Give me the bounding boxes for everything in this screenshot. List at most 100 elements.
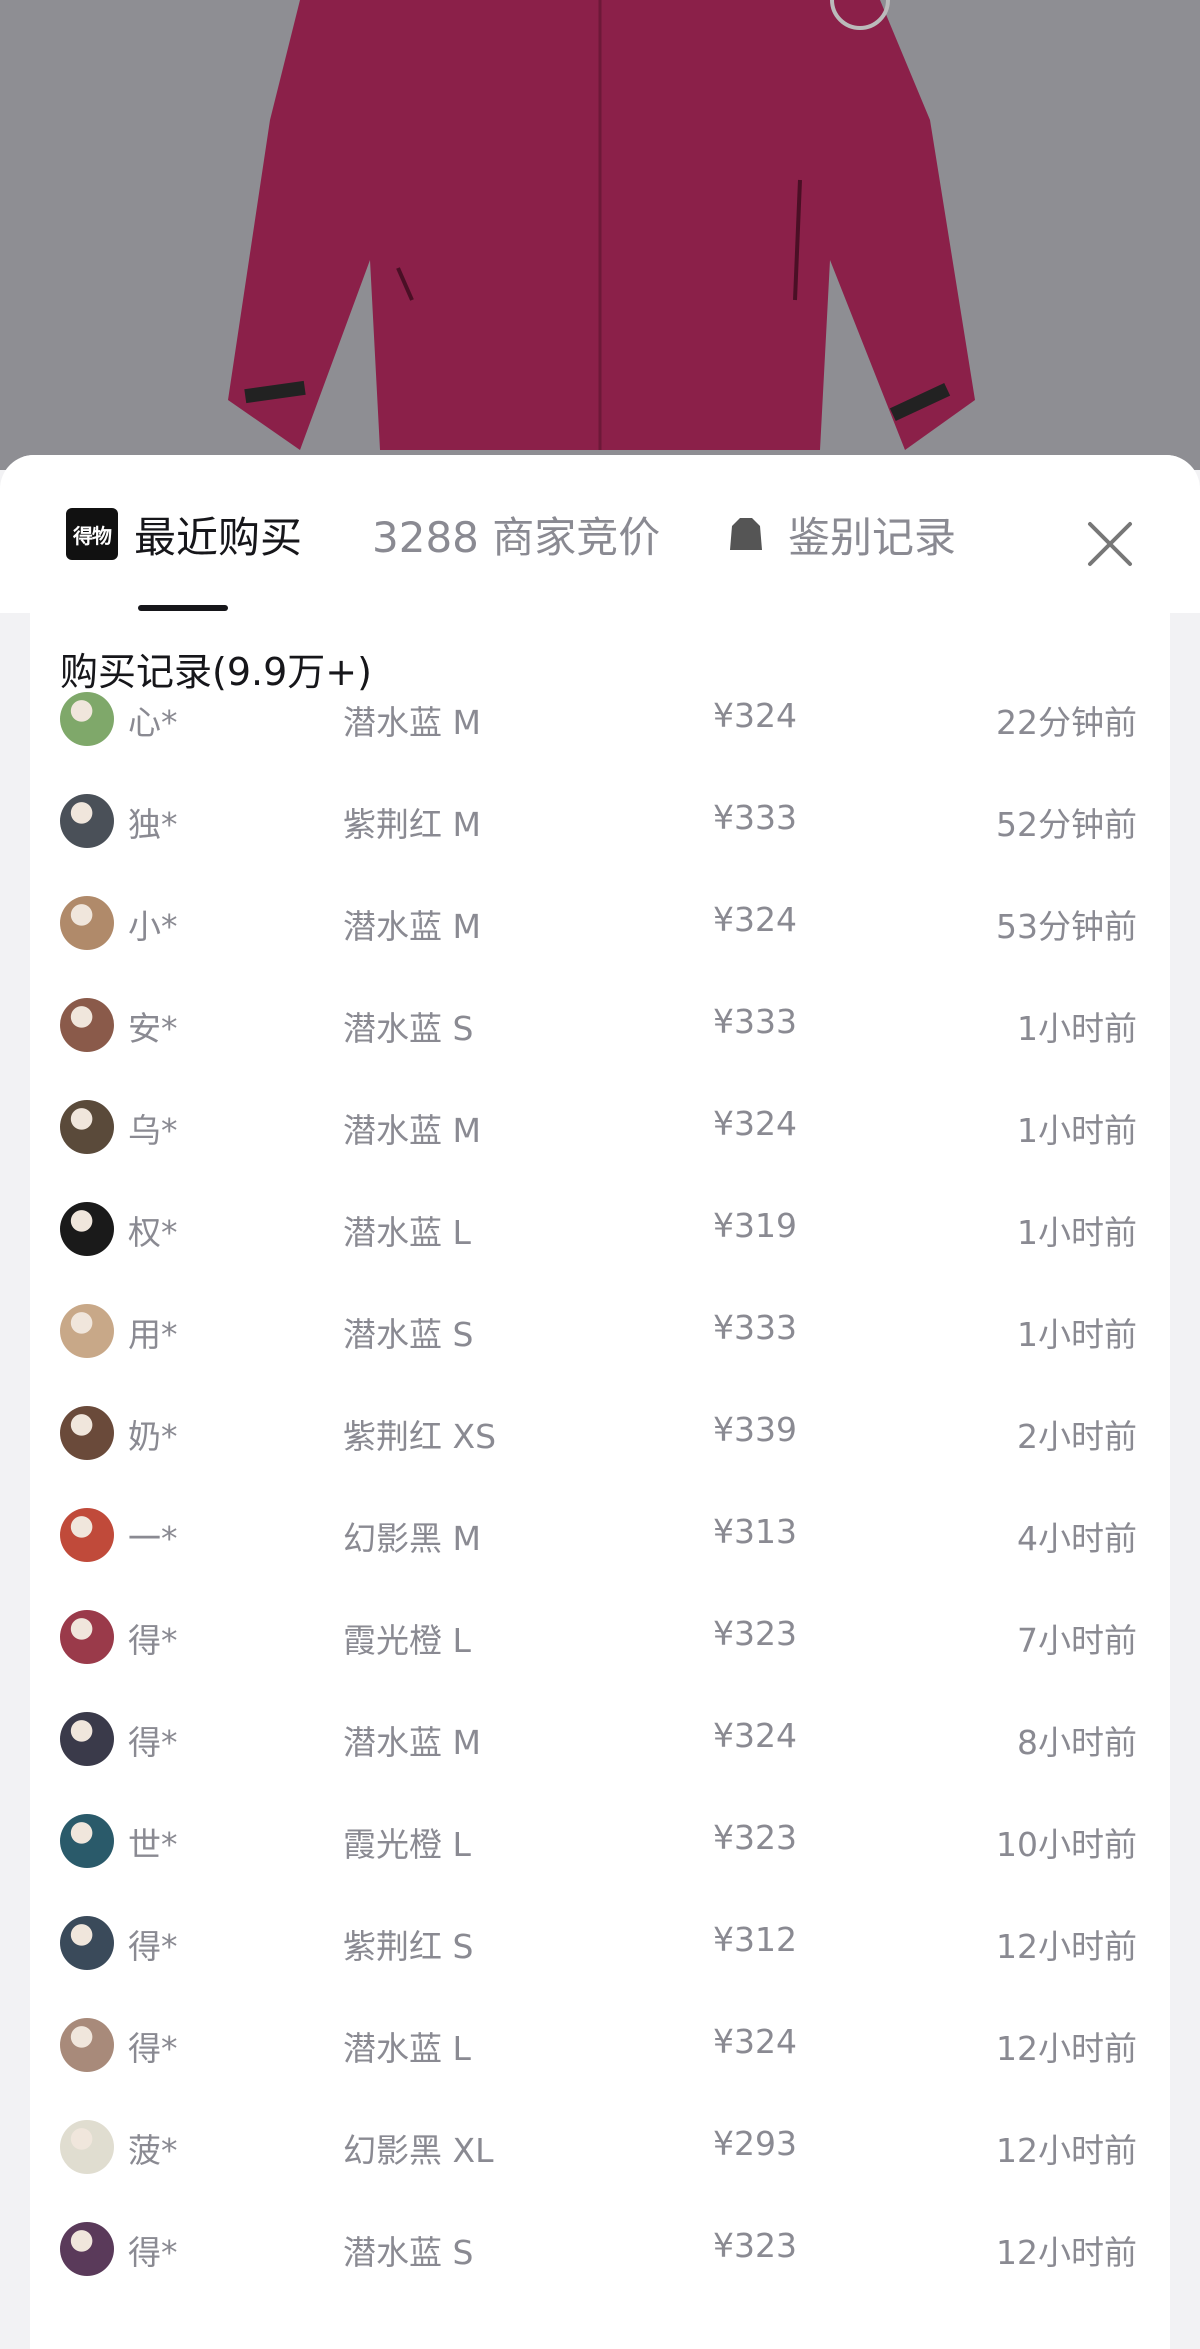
price: ¥323 bbox=[713, 1614, 797, 1653]
product-spec: 霞光橙 L bbox=[343, 1825, 471, 1864]
tab-merchant-bids[interactable]: 3288 商家竞价 bbox=[372, 455, 660, 613]
buyer-name: 用* bbox=[128, 1315, 178, 1354]
avatar bbox=[60, 2120, 114, 2174]
product-spec: 紫荆红 M bbox=[343, 805, 481, 844]
tab-recent-label: 最近购买 bbox=[134, 512, 303, 562]
price: ¥313 bbox=[713, 1512, 797, 1551]
purchase-list-card: 购买记录(9.9万+) 心* 潜水蓝 M ¥324 22分钟前 独* 紫荆红 M ¥333 5… bbox=[30, 613, 1170, 2349]
purchase-time: 52分钟前 bbox=[996, 805, 1137, 844]
purchase-time: 12小时前 bbox=[996, 2233, 1137, 2272]
price: ¥324 bbox=[713, 696, 797, 735]
buyer-name: 一* bbox=[128, 1519, 178, 1558]
avatar bbox=[60, 1202, 114, 1256]
price: ¥339 bbox=[713, 1410, 797, 1449]
product-spec: 潜水蓝 S bbox=[343, 1315, 474, 1354]
avatar bbox=[60, 896, 114, 950]
product-spec: 幻影黑 M bbox=[343, 1519, 481, 1558]
purchase-row: 奶* 紫荆红 XS ¥339 2小时前 bbox=[30, 1382, 1170, 1484]
purchase-time: 53分钟前 bbox=[996, 907, 1137, 946]
price: ¥333 bbox=[713, 798, 797, 837]
price: ¥293 bbox=[713, 2124, 797, 2163]
buyer-name: 得* bbox=[128, 1621, 178, 1660]
dewu-logo-icon: 得物 bbox=[66, 508, 118, 560]
tab-recent-purchases[interactable]: 得物 最近购买 bbox=[66, 455, 302, 613]
product-spec: 潜水蓝 M bbox=[343, 703, 481, 742]
buyer-name: 得* bbox=[128, 2233, 178, 2272]
avatar bbox=[60, 1610, 114, 1664]
product-image bbox=[0, 0, 1200, 470]
avatar bbox=[60, 998, 114, 1052]
price: ¥324 bbox=[713, 900, 797, 939]
product-spec: 紫荆红 S bbox=[343, 1927, 474, 1966]
price: ¥319 bbox=[713, 1206, 797, 1245]
product-spec: 潜水蓝 L bbox=[343, 1213, 471, 1252]
purchase-time: 12小时前 bbox=[996, 1927, 1137, 1966]
purchase-time: 12小时前 bbox=[996, 2029, 1137, 2068]
avatar bbox=[60, 794, 114, 848]
avatar bbox=[60, 1406, 114, 1460]
price: ¥324 bbox=[713, 1104, 797, 1143]
product-spec: 潜水蓝 S bbox=[343, 2233, 474, 2272]
tab-authentication-records[interactable]: 鉴别记录 bbox=[726, 455, 956, 613]
tab-bar: 得物 最近购买 3288 商家竞价 鉴别记录 bbox=[0, 455, 1200, 613]
product-spec: 幻影黑 XL bbox=[343, 2131, 494, 2170]
purchase-row: 安* 潜水蓝 S ¥333 1小时前 bbox=[30, 974, 1170, 1076]
buyer-name: 世* bbox=[128, 1825, 178, 1864]
avatar bbox=[60, 692, 114, 746]
purchase-row: 权* 潜水蓝 L ¥319 1小时前 bbox=[30, 1178, 1170, 1280]
avatar bbox=[60, 1508, 114, 1562]
avatar bbox=[60, 1304, 114, 1358]
avatar bbox=[60, 1712, 114, 1766]
purchase-time: 1小时前 bbox=[1017, 1213, 1137, 1252]
purchase-time: 4小时前 bbox=[1017, 1519, 1137, 1558]
purchase-records-sheet: 得物 最近购买 3288 商家竞价 鉴别记录 购买记录(9.9万+) 心* 潜水蓝… bbox=[0, 455, 1200, 2349]
product-spec: 潜水蓝 M bbox=[343, 907, 481, 946]
purchase-time: 12小时前 bbox=[996, 2131, 1137, 2170]
purchase-time: 22分钟前 bbox=[996, 703, 1137, 742]
avatar bbox=[60, 1916, 114, 1970]
purchase-row: 用* 潜水蓝 S ¥333 1小时前 bbox=[30, 1280, 1170, 1382]
purchase-row: 独* 紫荆红 M ¥333 52分钟前 bbox=[30, 770, 1170, 872]
price: ¥324 bbox=[713, 2022, 797, 2061]
close-icon[interactable] bbox=[1082, 516, 1138, 572]
buyer-name: 菠* bbox=[128, 2131, 178, 2170]
buyer-name: 小* bbox=[128, 907, 178, 946]
buyer-name: 得* bbox=[128, 1927, 178, 1966]
purchase-time: 1小时前 bbox=[1017, 1111, 1137, 1150]
product-spec: 霞光橙 L bbox=[343, 1621, 471, 1660]
price: ¥324 bbox=[713, 1716, 797, 1755]
buyer-name: 独* bbox=[128, 805, 178, 844]
purchase-row: 世* 霞光橙 L ¥323 10小时前 bbox=[30, 1790, 1170, 1892]
product-spec: 潜水蓝 M bbox=[343, 1723, 481, 1762]
purchase-row: 一* 幻影黑 M ¥313 4小时前 bbox=[30, 1484, 1170, 1586]
jacket-icon bbox=[730, 518, 762, 550]
price: ¥312 bbox=[713, 1920, 797, 1959]
product-spec: 紫荆红 XS bbox=[343, 1417, 497, 1456]
avatar bbox=[60, 1100, 114, 1154]
purchase-time: 2小时前 bbox=[1017, 1417, 1137, 1456]
purchase-time: 7小时前 bbox=[1017, 1621, 1137, 1660]
purchase-row: 心* 潜水蓝 M ¥324 22分钟前 bbox=[30, 668, 1170, 770]
purchase-time: 1小时前 bbox=[1017, 1009, 1137, 1048]
buyer-name: 权* bbox=[128, 1213, 178, 1252]
price: ¥323 bbox=[713, 2226, 797, 2265]
active-tab-indicator bbox=[138, 605, 228, 611]
price: ¥323 bbox=[713, 1818, 797, 1857]
purchase-row: 乌* 潜水蓝 M ¥324 1小时前 bbox=[30, 1076, 1170, 1178]
product-spec: 潜水蓝 L bbox=[343, 2029, 471, 2068]
avatar bbox=[60, 1814, 114, 1868]
tab-auth-label: 鉴别记录 bbox=[788, 512, 957, 562]
purchase-row: 小* 潜水蓝 M ¥324 53分钟前 bbox=[30, 872, 1170, 974]
product-spec: 潜水蓝 S bbox=[343, 1009, 474, 1048]
purchase-time: 1小时前 bbox=[1017, 1315, 1137, 1354]
product-spec: 潜水蓝 M bbox=[343, 1111, 481, 1150]
avatar bbox=[60, 2222, 114, 2276]
buyer-name: 奶* bbox=[128, 1417, 178, 1456]
tab-bids-label: 3288 商家竞价 bbox=[372, 512, 661, 562]
purchase-row: 得* 潜水蓝 M ¥324 8小时前 bbox=[30, 1688, 1170, 1790]
purchase-row: 得* 霞光橙 L ¥323 7小时前 bbox=[30, 1586, 1170, 1688]
purchase-time: 8小时前 bbox=[1017, 1723, 1137, 1762]
purchase-row: 得* 潜水蓝 S ¥323 12小时前 bbox=[30, 2198, 1170, 2300]
purchase-row: 得* 潜水蓝 L ¥324 12小时前 bbox=[30, 1994, 1170, 2096]
purchase-time: 10小时前 bbox=[996, 1825, 1137, 1864]
